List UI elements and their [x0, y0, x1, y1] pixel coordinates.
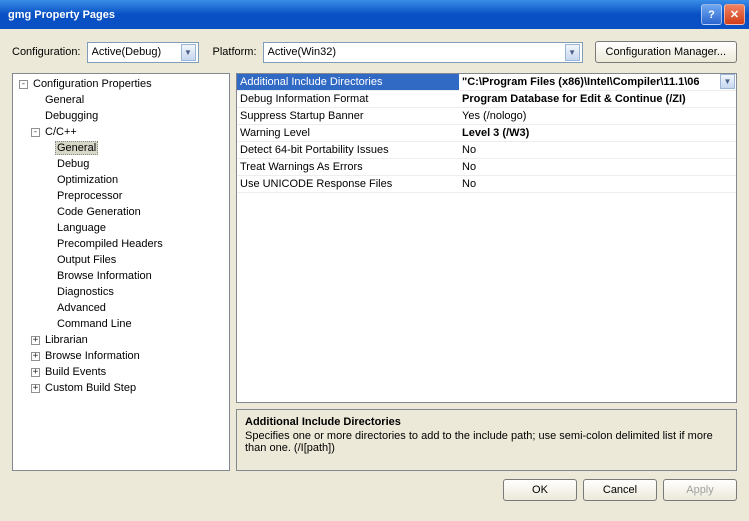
- window-title: gmg Property Pages: [8, 9, 699, 21]
- expand-icon[interactable]: +: [31, 352, 40, 361]
- prop-value[interactable]: Yes (/nologo): [459, 108, 736, 125]
- tree-item-librarian[interactable]: +Librarian: [13, 332, 229, 348]
- config-row: Configuration: Active(Debug) ▼ Platform:…: [12, 41, 737, 63]
- tree-item-ccpp[interactable]: -C/C++: [13, 124, 229, 140]
- dialog-buttons: OK Cancel Apply: [12, 471, 737, 501]
- prop-name: Suppress Startup Banner: [237, 108, 459, 125]
- config-tree[interactable]: -Configuration Properties General Debugg…: [12, 73, 230, 471]
- grid-row[interactable]: Warning LevelLevel 3 (/W3): [237, 125, 736, 142]
- config-label: Configuration:: [12, 46, 81, 58]
- prop-value[interactable]: No: [459, 176, 736, 193]
- prop-value[interactable]: No: [459, 142, 736, 159]
- help-icon[interactable]: ?: [701, 4, 722, 25]
- prop-name: Debug Information Format: [237, 91, 459, 108]
- tree-item-cc-diag[interactable]: Diagnostics: [13, 284, 229, 300]
- property-grid[interactable]: Additional Include Directories "C:\Progr…: [236, 73, 737, 403]
- tree-item-buildev[interactable]: +Build Events: [13, 364, 229, 380]
- prop-value[interactable]: Program Database for Edit & Continue (/Z…: [459, 91, 736, 108]
- tree-item-cc-lang[interactable]: Language: [13, 220, 229, 236]
- tree-root[interactable]: -Configuration Properties: [13, 76, 229, 92]
- tree-item-cc-out[interactable]: Output Files: [13, 252, 229, 268]
- expand-icon[interactable]: +: [31, 384, 40, 393]
- close-icon[interactable]: ✕: [724, 4, 745, 25]
- title-bar: gmg Property Pages ? ✕: [0, 0, 749, 29]
- platform-label: Platform:: [213, 46, 257, 58]
- config-combo[interactable]: Active(Debug) ▼: [87, 42, 199, 63]
- prop-value[interactable]: "C:\Program Files (x86)\Intel\Compiler\1…: [459, 74, 736, 91]
- prop-value[interactable]: No: [459, 159, 736, 176]
- prop-value[interactable]: Level 3 (/W3): [459, 125, 736, 142]
- grid-row[interactable]: Suppress Startup BannerYes (/nologo): [237, 108, 736, 125]
- cancel-button[interactable]: Cancel: [583, 479, 657, 501]
- apply-button[interactable]: Apply: [663, 479, 737, 501]
- chevron-down-icon[interactable]: ▼: [181, 44, 196, 61]
- collapse-icon[interactable]: -: [31, 128, 40, 137]
- prop-name: Treat Warnings As Errors: [237, 159, 459, 176]
- tree-item-cc-cmd[interactable]: Command Line: [13, 316, 229, 332]
- tree-item-cc-general[interactable]: General: [13, 140, 229, 156]
- tree-item-cc-opt[interactable]: Optimization: [13, 172, 229, 188]
- config-value: Active(Debug): [92, 46, 181, 58]
- platform-combo[interactable]: Active(Win32) ▼: [263, 42, 583, 63]
- grid-row[interactable]: Use UNICODE Response FilesNo: [237, 176, 736, 193]
- tree-item-cc-code[interactable]: Code Generation: [13, 204, 229, 220]
- grid-row[interactable]: Detect 64-bit Portability IssuesNo: [237, 142, 736, 159]
- ok-button[interactable]: OK: [503, 479, 577, 501]
- expand-icon[interactable]: +: [31, 368, 40, 377]
- prop-name: Warning Level: [237, 125, 459, 142]
- expand-icon[interactable]: +: [31, 336, 40, 345]
- platform-value: Active(Win32): [268, 46, 565, 58]
- grid-row[interactable]: Treat Warnings As ErrorsNo: [237, 159, 736, 176]
- prop-name: Additional Include Directories: [237, 74, 459, 91]
- prop-name: Use UNICODE Response Files: [237, 176, 459, 193]
- config-manager-button[interactable]: Configuration Manager...: [595, 41, 737, 63]
- tree-item-custom[interactable]: +Custom Build Step: [13, 380, 229, 396]
- tree-item-cc-pch[interactable]: Precompiled Headers: [13, 236, 229, 252]
- prop-name: Detect 64-bit Portability Issues: [237, 142, 459, 159]
- description-text: Specifies one or more directories to add…: [245, 430, 728, 454]
- collapse-icon[interactable]: -: [19, 80, 28, 89]
- tree-item-cc-adv[interactable]: Advanced: [13, 300, 229, 316]
- tree-item-debugging[interactable]: Debugging: [13, 108, 229, 124]
- description-title: Additional Include Directories: [245, 416, 728, 428]
- chevron-down-icon[interactable]: ▼: [720, 74, 735, 89]
- grid-row-selected[interactable]: Additional Include Directories "C:\Progr…: [237, 74, 736, 91]
- tree-item-browseinfo[interactable]: +Browse Information: [13, 348, 229, 364]
- tree-item-general[interactable]: General: [13, 92, 229, 108]
- chevron-down-icon[interactable]: ▼: [565, 44, 580, 61]
- grid-row[interactable]: Debug Information FormatProgram Database…: [237, 91, 736, 108]
- description-panel: Additional Include Directories Specifies…: [236, 409, 737, 471]
- tree-item-cc-debug[interactable]: Debug: [13, 156, 229, 172]
- tree-item-cc-browse[interactable]: Browse Information: [13, 268, 229, 284]
- tree-item-cc-pre[interactable]: Preprocessor: [13, 188, 229, 204]
